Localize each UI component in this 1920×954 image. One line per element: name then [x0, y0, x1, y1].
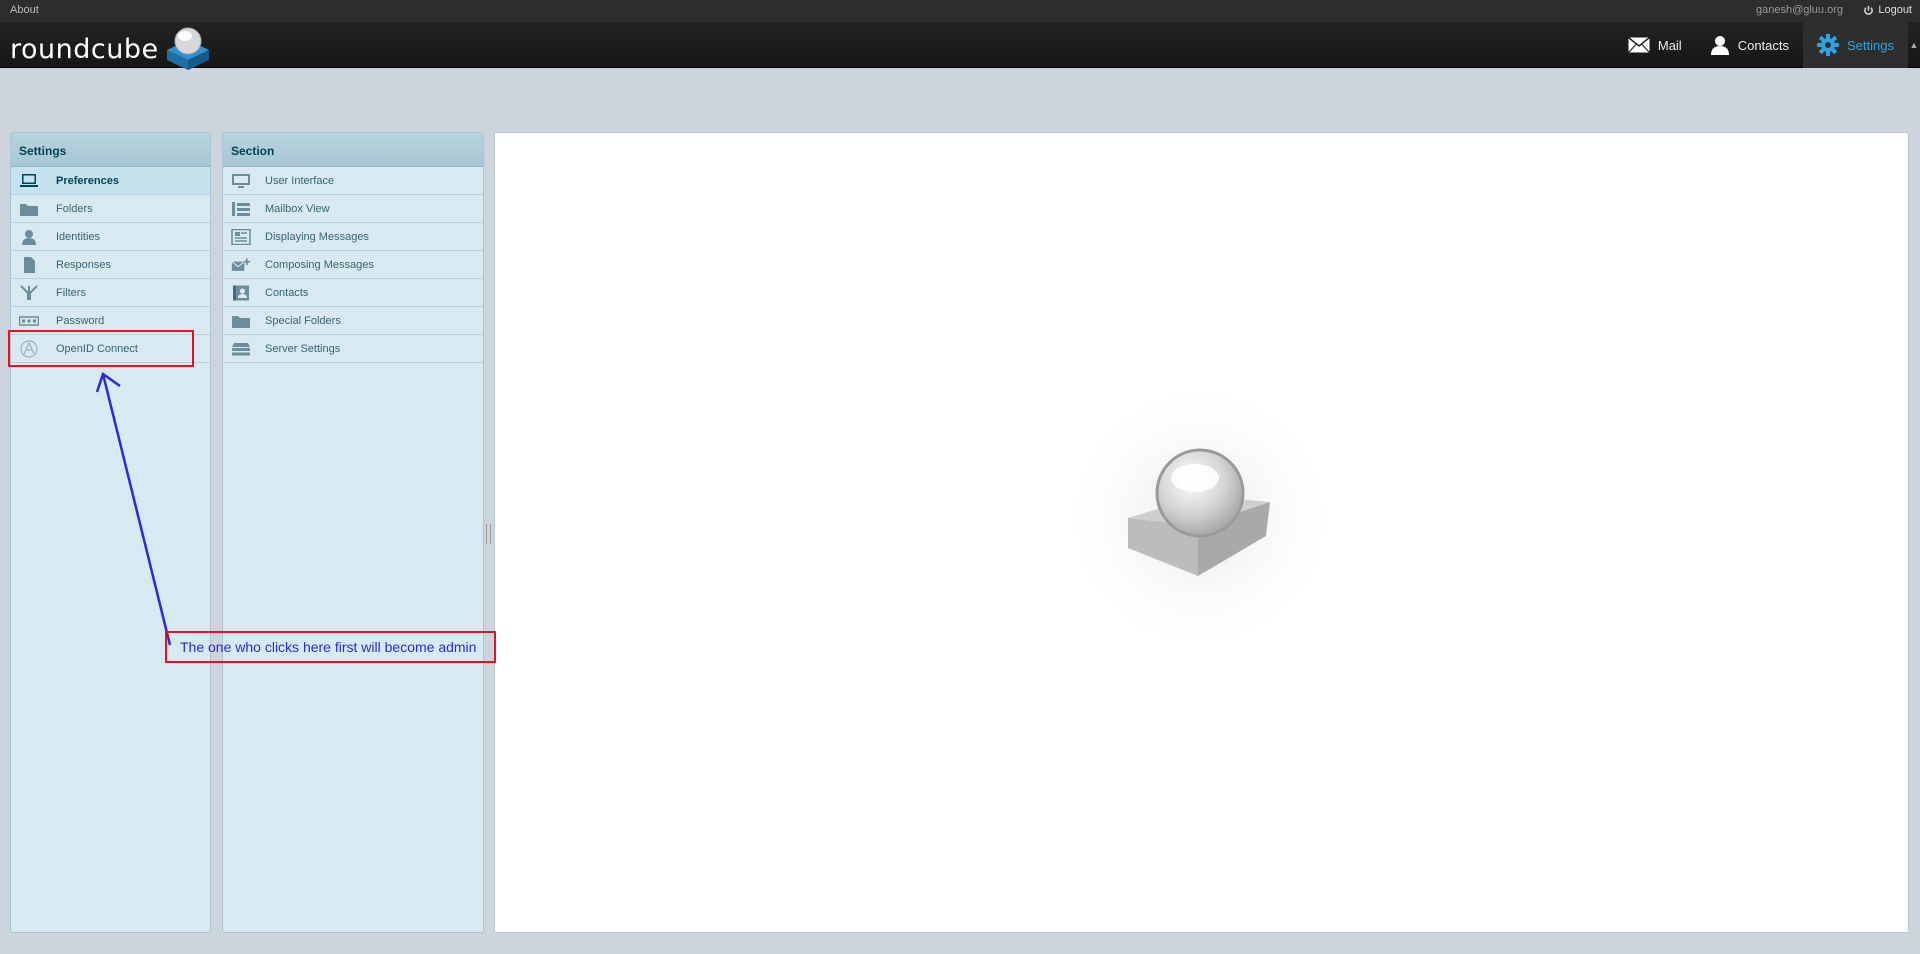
document-icon	[19, 256, 39, 273]
settings-item-identities[interactable]: Identities	[11, 223, 210, 251]
caret-up-icon: ▲	[1909, 40, 1919, 50]
nav-settings-label: Settings	[1847, 37, 1894, 53]
settings-item-responses[interactable]: Responses	[11, 251, 210, 279]
section-item-label: Composing Messages	[265, 258, 374, 271]
section-item-label: Mailbox View	[265, 202, 330, 215]
person-icon	[19, 229, 39, 245]
settings-panel: Settings Preferences Folders Identities …	[10, 132, 211, 933]
settings-item-label: Identities	[56, 230, 101, 243]
laptop-icon	[19, 173, 39, 189]
section-item-label: Special Folders	[265, 314, 341, 327]
nav-contacts-label: Contacts	[1737, 37, 1790, 53]
section-item-composing-messages[interactable]: Composing Messages	[223, 251, 483, 279]
settings-item-label: OpenID Connect	[56, 342, 138, 355]
settings-item-label: Responses	[56, 258, 112, 271]
settings-item-label: Password	[56, 314, 105, 327]
collapse-header-button[interactable]: ▲	[1908, 22, 1920, 68]
main-nav: Mail Contacts Settings ▲	[1614, 22, 1920, 68]
section-item-contacts[interactable]: Contacts	[223, 279, 483, 307]
settings-panel-title: Settings	[11, 133, 210, 167]
section-item-mailbox-view[interactable]: Mailbox View	[223, 195, 483, 223]
user-email: ganesh@gluu.org	[1755, 4, 1843, 16]
roundcube-watermark-icon	[1060, 378, 1340, 658]
section-item-label: Contacts	[265, 286, 309, 299]
folder-icon	[19, 201, 39, 217]
settings-item-filters[interactable]: Filters	[11, 279, 210, 307]
annotation-note: The one who clicks here first will becom…	[165, 631, 496, 663]
nav-mail[interactable]: Mail	[1614, 22, 1696, 68]
settings-item-label: Folders	[56, 202, 93, 215]
logo-text: roundcube	[10, 33, 159, 65]
compose-icon	[231, 257, 251, 273]
settings-item-folders[interactable]: Folders	[11, 195, 210, 223]
envelope-icon	[1627, 37, 1650, 53]
logout-label: Logout	[1878, 4, 1912, 16]
logout-button[interactable]: Logout	[1863, 4, 1912, 16]
section-item-user-interface[interactable]: User Interface	[223, 167, 483, 195]
filter-icon	[19, 284, 39, 301]
section-item-label: User Interface	[265, 174, 335, 187]
list-icon	[231, 201, 251, 217]
about-link[interactable]: About	[10, 4, 39, 16]
folder-icon	[231, 313, 251, 329]
monitor-icon	[231, 173, 251, 189]
section-item-server-settings[interactable]: Server Settings	[223, 335, 483, 363]
gear-icon	[1817, 34, 1840, 56]
annotation-text: The one who clicks here first will becom…	[180, 639, 477, 655]
nav-settings[interactable]: Settings	[1803, 22, 1908, 68]
password-icon	[19, 313, 39, 329]
top-line-bar: About ganesh@gluu.org Logout	[0, 0, 1920, 22]
openid-icon	[19, 339, 39, 358]
settings-item-openid-connect[interactable]: OpenID Connect	[11, 335, 210, 363]
power-icon	[1864, 5, 1874, 15]
section-item-displaying-messages[interactable]: Displaying Messages	[223, 223, 483, 251]
section-panel-title: Section	[223, 133, 483, 167]
server-icon	[231, 341, 251, 357]
nav-contacts[interactable]: Contacts	[1696, 22, 1803, 68]
settings-item-label: Preferences	[56, 174, 119, 187]
contact-card-icon	[231, 285, 251, 301]
message-icon	[231, 228, 251, 245]
header-bar: roundcube Mail Contacts Settings ▲	[0, 22, 1920, 70]
section-item-label: Displaying Messages	[265, 230, 369, 243]
person-icon	[1710, 36, 1729, 55]
panel-splitter[interactable]	[486, 524, 491, 544]
section-panel: Section User Interface Mailbox View Disp…	[222, 132, 484, 933]
logo-cube-icon	[166, 27, 209, 70]
section-item-label: Server Settings	[265, 342, 341, 355]
settings-item-password[interactable]: Password	[11, 307, 210, 335]
settings-item-preferences[interactable]: Preferences	[11, 167, 210, 195]
nav-mail-label: Mail	[1657, 37, 1682, 53]
roundcube-logo[interactable]: roundcube	[10, 24, 213, 70]
section-item-special-folders[interactable]: Special Folders	[223, 307, 483, 335]
settings-item-label: Filters	[56, 286, 86, 299]
